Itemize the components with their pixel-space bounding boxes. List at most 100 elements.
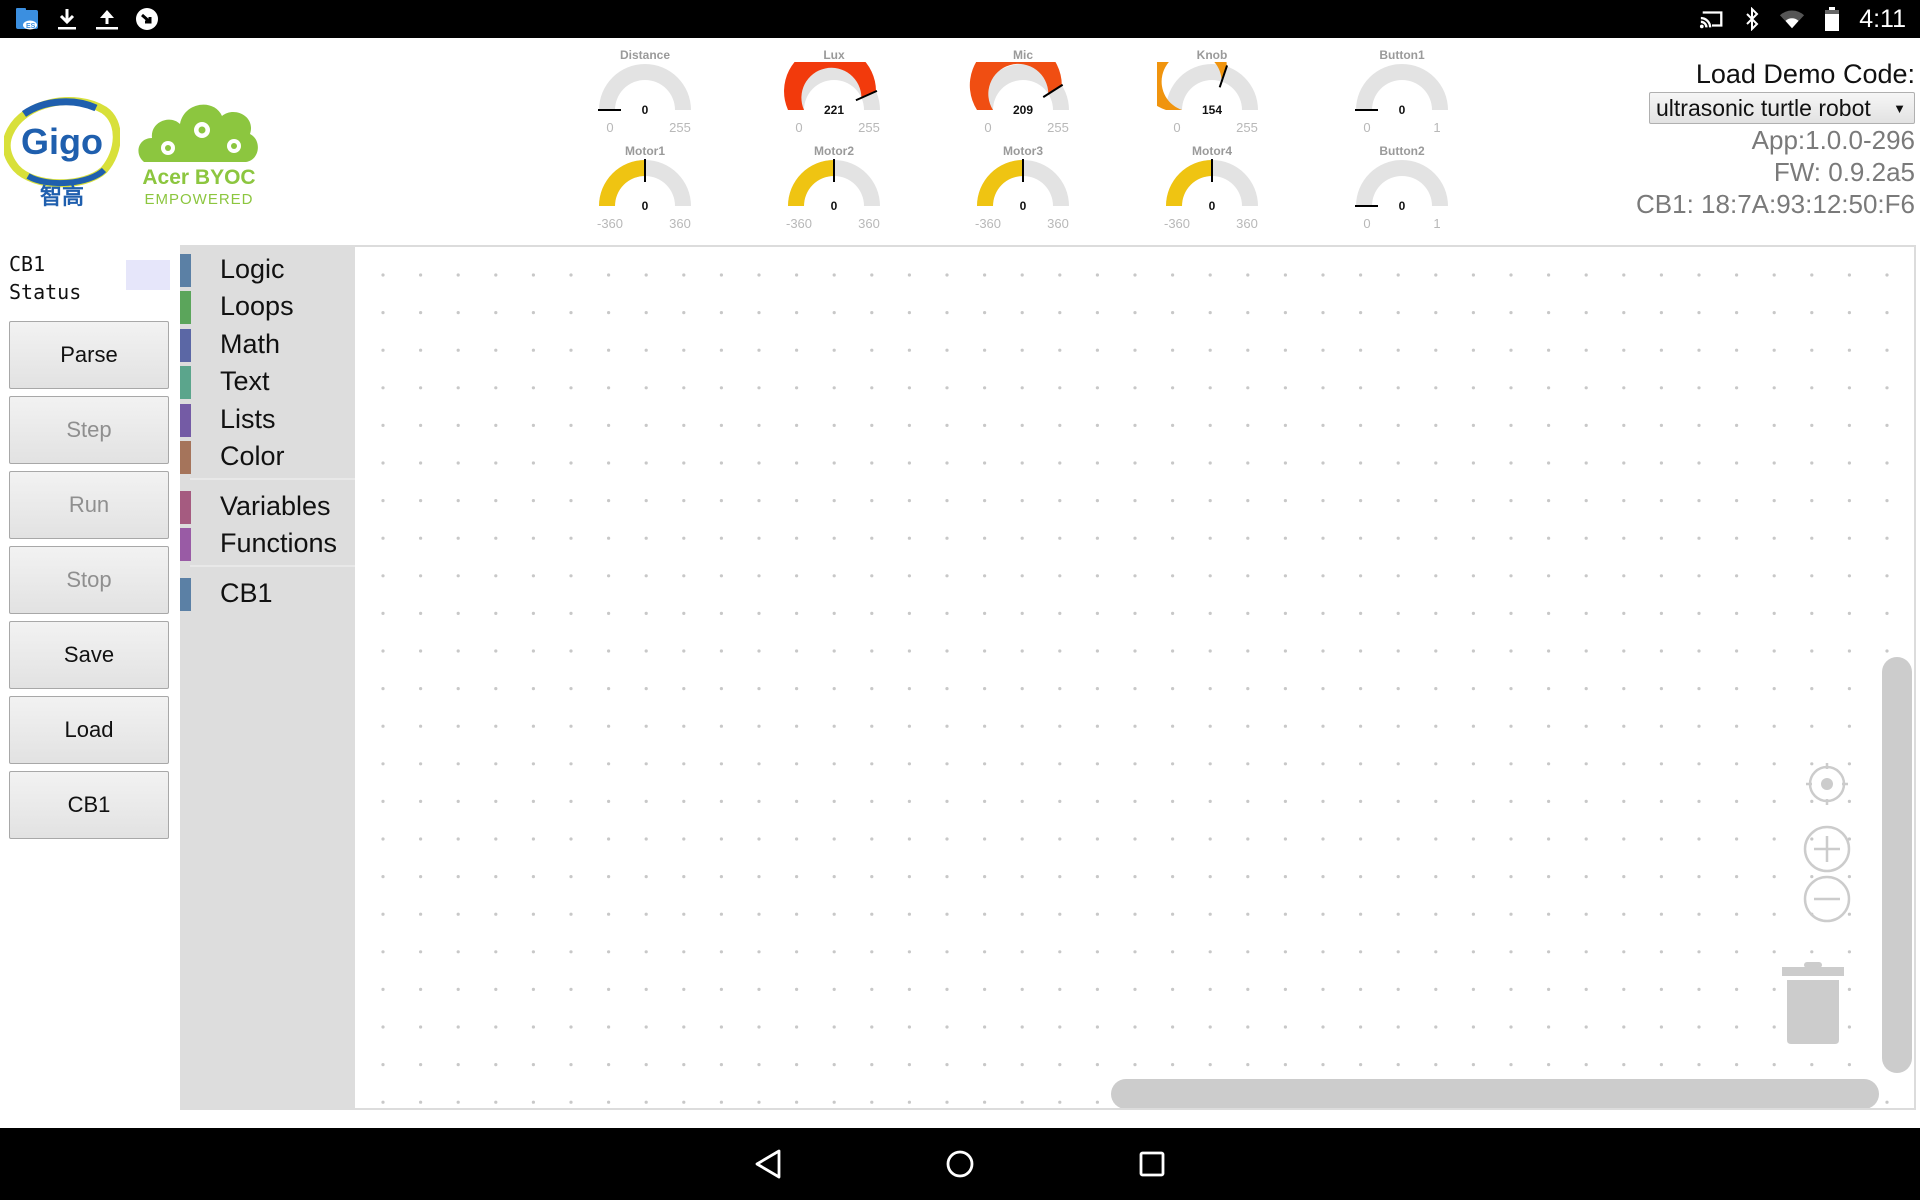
grid-dot	[607, 912, 611, 916]
parse-button[interactable]: Parse	[9, 321, 169, 389]
category-label: Functions	[220, 528, 338, 558]
cb1-button[interactable]: CB1	[9, 771, 169, 839]
grid-dot	[531, 423, 535, 427]
grid-dot	[1246, 499, 1250, 503]
grid-dot	[644, 837, 648, 841]
grid-dot	[983, 912, 987, 916]
grid-dot	[419, 574, 423, 578]
category-label: Loops	[220, 291, 294, 321]
grid-dot	[531, 837, 535, 841]
grid-dot	[1471, 1025, 1475, 1029]
grid-dot	[569, 423, 573, 427]
grid-dot	[1697, 1025, 1701, 1029]
grid-dot	[907, 611, 912, 615]
grid-dot	[494, 687, 498, 691]
grid-dot	[1584, 950, 1588, 954]
run-button[interactable]: Run	[9, 471, 169, 539]
grid-dot	[1133, 799, 1137, 804]
toolbox-category-text[interactable]: Text	[180, 364, 355, 401]
status-label-line2: Status	[9, 280, 82, 304]
grid-dot	[832, 536, 836, 540]
grid-dot	[1547, 837, 1551, 841]
toolbox-category-functions[interactable]: Functions	[180, 526, 355, 563]
grid-dot	[1058, 837, 1062, 841]
grid-dot	[1095, 912, 1099, 916]
zoom-out-icon[interactable]	[1802, 874, 1852, 929]
gauge-value: 221	[823, 103, 845, 117]
back-icon[interactable]	[750, 1146, 786, 1182]
grid-dot	[1471, 348, 1475, 352]
grid-dot	[945, 687, 949, 691]
vertical-scrollbar[interactable]	[1882, 657, 1912, 1073]
grid-dot	[1396, 423, 1400, 427]
grid-dot	[531, 875, 535, 879]
home-icon[interactable]	[942, 1146, 978, 1182]
grid-dot	[456, 461, 460, 465]
grid-dot	[1434, 987, 1438, 992]
grid-dot	[1659, 799, 1663, 804]
recenter-icon[interactable]	[1802, 759, 1852, 814]
grid-dot	[795, 574, 799, 578]
grid-dot	[682, 649, 686, 653]
load-button[interactable]: Load	[9, 696, 169, 764]
grid-dot	[1095, 423, 1099, 427]
grid-dot	[1810, 687, 1814, 691]
toolbox-category-loops[interactable]: Loops	[180, 289, 355, 326]
grid-dot	[1810, 311, 1814, 315]
grid-dot	[1133, 499, 1137, 503]
blockly-workspace[interactable]	[355, 245, 1916, 1110]
grid-dot	[757, 348, 761, 352]
grid-dot	[1434, 461, 1438, 465]
grid-dot	[1697, 536, 1701, 540]
save-button[interactable]: Save	[9, 621, 169, 689]
toolbox-category-math[interactable]: Math	[180, 327, 355, 364]
grid-dot	[1659, 875, 1663, 879]
grid-dot	[1471, 724, 1475, 728]
toolbox-category-lists[interactable]: Lists	[180, 402, 355, 439]
grid-dot	[1020, 574, 1024, 578]
gauge-title: Motor4	[1192, 144, 1232, 158]
grid-dot	[870, 348, 874, 352]
grid-dot	[1133, 611, 1137, 615]
grid-dot	[1283, 461, 1287, 465]
grid-dot	[1509, 499, 1513, 503]
grid-dot	[1735, 724, 1739, 728]
step-button[interactable]: Step	[9, 396, 169, 464]
grid-dot	[494, 724, 498, 728]
clock: 4:11	[1859, 4, 1906, 33]
recents-icon[interactable]	[1134, 1146, 1170, 1182]
grid-dot	[381, 611, 385, 615]
grid-dot	[456, 987, 460, 992]
gauge-value: 0	[830, 199, 838, 213]
grid-dot	[795, 724, 799, 728]
trash-icon[interactable]	[1780, 962, 1846, 1051]
gauge-motor4: Motor4 0 -360 360	[1157, 144, 1267, 234]
grid-dot	[1359, 611, 1363, 615]
grid-dot	[531, 273, 535, 277]
grid-dot	[1359, 687, 1363, 691]
grid-dot	[870, 423, 874, 427]
grid-dot	[644, 574, 648, 578]
demo-code-select[interactable]: ultrasonic turtle robot ▼	[1649, 92, 1915, 124]
toolbox-category-logic[interactable]: Logic	[180, 252, 355, 289]
grid-dot	[419, 762, 423, 766]
grid-dot	[531, 1063, 535, 1067]
grid-dot	[569, 912, 573, 916]
horizontal-scrollbar[interactable]	[1111, 1079, 1879, 1108]
grid-dot	[1396, 386, 1400, 390]
stop-button[interactable]: Stop	[9, 546, 169, 614]
grid-dot	[682, 875, 686, 879]
zoom-in-icon[interactable]	[1802, 824, 1852, 879]
grid-dot	[1321, 611, 1325, 615]
grid-dot	[1509, 762, 1513, 766]
grid-dot	[1434, 311, 1438, 315]
grid-dot	[1735, 762, 1739, 766]
toolbox-category-cb1[interactable]: CB1	[180, 576, 355, 613]
toolbox-category-variables[interactable]: Variables	[180, 489, 355, 526]
grid-dot	[1471, 837, 1475, 841]
grid-dot	[1133, 461, 1137, 465]
grid-dot	[1735, 912, 1739, 916]
device-info: Load Demo Code: ultrasonic turtle robot …	[1595, 58, 1915, 220]
toolbox-category-color[interactable]: Color	[180, 439, 355, 476]
gauge-min: -360	[1163, 216, 1191, 231]
